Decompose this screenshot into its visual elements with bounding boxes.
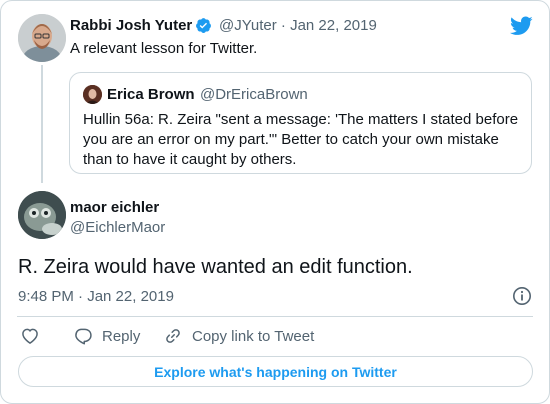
like-heart-icon[interactable] [20, 326, 40, 346]
quoted-tweet[interactable]: Erica Brown @DrEricaBrown Hullin 56a: R.… [69, 72, 532, 174]
main-tweet-text: R. Zeira would have wanted an edit funct… [18, 256, 413, 278]
divider [17, 316, 533, 317]
quoted-author-avatar [83, 85, 102, 104]
link-icon[interactable] [163, 326, 183, 346]
tweet-timestamp[interactable]: 9:48 PM · Jan 22, 2019 [18, 288, 174, 305]
author-avatar[interactable] [18, 14, 66, 62]
reply-button[interactable]: Reply [102, 328, 140, 345]
tweet-text: A relevant lesson for Twitter. [70, 40, 258, 57]
thread-connector-line [41, 65, 43, 183]
author-name[interactable]: Rabbi Josh Yuter [70, 17, 192, 34]
verified-badge-icon [195, 17, 212, 34]
copy-link-button[interactable]: Copy link to Tweet [192, 328, 314, 345]
quoted-author-handle: @DrEricaBrown [200, 86, 308, 103]
reply-bubble-icon[interactable] [73, 326, 93, 346]
tweet-embed-card: Rabbi Josh Yuter @JYuter · Jan 22, 2019 … [0, 0, 550, 404]
twitter-bird-icon[interactable] [510, 16, 533, 36]
explore-twitter-button[interactable]: Explore what's happening on Twitter [18, 356, 533, 387]
main-author-avatar[interactable] [18, 191, 66, 239]
info-icon[interactable] [512, 286, 532, 306]
quoted-tweet-text: Hullin 56a: R. Zeira "sent a message: 'T… [83, 111, 519, 168]
quoted-author-name: Erica Brown [107, 86, 195, 103]
main-author-name[interactable]: maor eichler [70, 199, 159, 216]
explore-label: Explore what's happening on Twitter [154, 363, 397, 380]
main-author-handle[interactable]: @EichlerMaor [70, 219, 165, 236]
author-handle-date[interactable]: @JYuter · Jan 22, 2019 [219, 17, 377, 34]
